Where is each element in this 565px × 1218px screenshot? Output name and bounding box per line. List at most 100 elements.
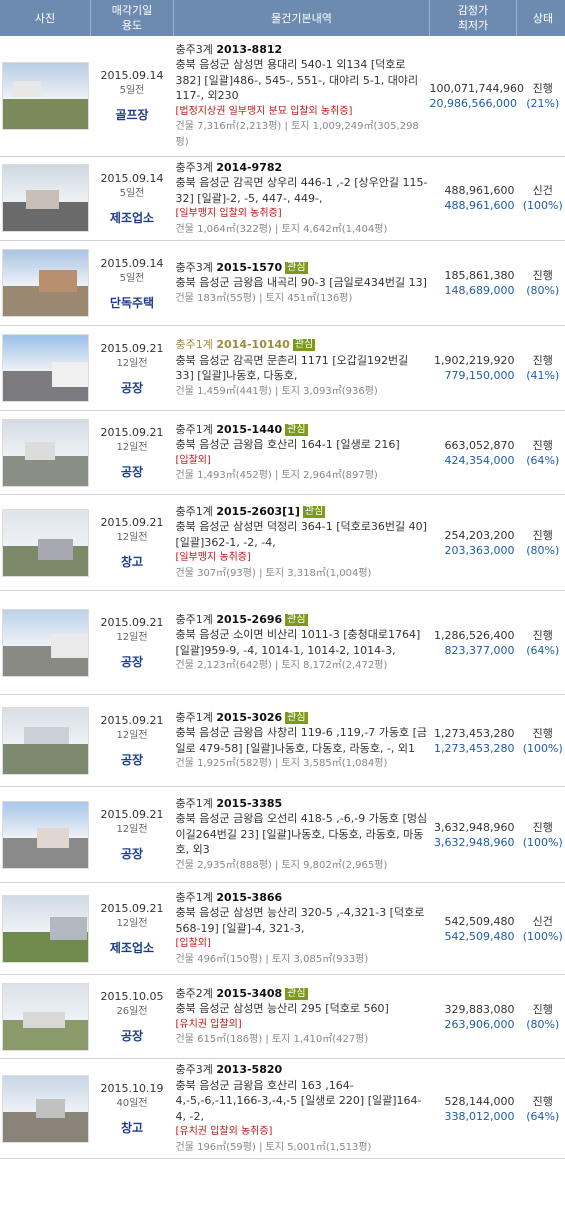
- table-row[interactable]: 2015.10.19 40일전 창고 충주3계 2013-5820 충북 음성군 금왕읍…: [0, 1058, 565, 1159]
- photo-cell[interactable]: [0, 36, 91, 157]
- status-cell: 진행 (64%): [516, 410, 565, 495]
- property-photo[interactable]: [1, 1074, 89, 1143]
- case-number-link[interactable]: 2015-3026: [216, 711, 282, 724]
- desc-cell[interactable]: 충주1계 2014-10140 관심 충북 음성군 감곡면 문촌리 1171 [오갑…: [173, 325, 430, 411]
- case-line[interactable]: 충주1계 2015-2603[1] 관심: [176, 504, 430, 520]
- interest-badge[interactable]: 관심: [302, 505, 326, 518]
- case-line[interactable]: 충주1계 2015-1440 관심: [176, 422, 430, 438]
- case-number-link[interactable]: 2015-2603[1]: [216, 505, 300, 518]
- case-number-link[interactable]: 2013-8812: [216, 43, 282, 56]
- case-number-link[interactable]: 2015-3385: [216, 797, 282, 810]
- appraisal-price: 185,861,380: [444, 269, 515, 282]
- case-line[interactable]: 충주1계 2015-2696 관심: [176, 612, 430, 628]
- property-photo[interactable]: [1, 334, 89, 402]
- table-row[interactable]: 2015.09.21 12일전 공장 충주1계 2015-2696 관심 충북 음성군 소…: [0, 590, 565, 695]
- case-line[interactable]: 충주1계 2014-10140 관심: [176, 337, 430, 353]
- property-photo[interactable]: [1, 800, 89, 869]
- photo-cell[interactable]: [0, 590, 91, 695]
- photo-cell[interactable]: [0, 882, 91, 975]
- photo-cell[interactable]: [0, 1058, 91, 1159]
- property-photo[interactable]: [1, 164, 89, 233]
- case-line[interactable]: 충주1계 2015-3866: [176, 890, 430, 906]
- photo-cell[interactable]: [0, 240, 91, 326]
- property-photo[interactable]: [1, 608, 89, 677]
- desc-cell[interactable]: 충주1계 2015-2696 관심 충북 음성군 소이면 비산리 1011-3 [충…: [173, 590, 430, 695]
- case-line[interactable]: 충주2계 2015-3408 관심: [176, 986, 430, 1002]
- desc-cell[interactable]: 충주3계 2014-9782 충북 음성군 감곡면 상우리 446-1 ,-2 […: [173, 156, 430, 241]
- property-photo[interactable]: [1, 982, 89, 1051]
- court-name: 충주1계: [175, 504, 213, 518]
- days-left: 12일전: [116, 824, 148, 835]
- status-cell: 진행 (80%): [516, 974, 565, 1059]
- photo-building: [25, 190, 59, 210]
- price-cell: 528,144,000 338,012,000: [429, 1058, 517, 1159]
- case-number-link[interactable]: 2015-3408: [216, 987, 282, 1000]
- desc-cell[interactable]: 충주1계 2015-3026 관심 충북 음성군 금왕읍 사창리 119-6 ,11…: [173, 694, 430, 787]
- photo-cell[interactable]: [0, 410, 91, 495]
- property-photo[interactable]: [1, 706, 89, 775]
- property-photo[interactable]: [1, 249, 89, 317]
- special-conditions: [입찰외]: [175, 454, 211, 466]
- case-number-link[interactable]: 2014-10140: [216, 338, 289, 351]
- area-info: 건물 307㎡(93평) | 토지 3,318㎡(1,004평): [175, 567, 372, 579]
- interest-badge[interactable]: 관심: [292, 339, 316, 351]
- minimum-price: 263,906,000: [444, 1017, 515, 1031]
- case-number-link[interactable]: 2015-1570: [216, 261, 282, 274]
- case-line[interactable]: 충주3계 2014-9782: [176, 160, 430, 176]
- usage-label: 단독주택: [109, 295, 155, 310]
- case-line[interactable]: 충주3계 2013-5820: [176, 1062, 430, 1078]
- desc-cell[interactable]: 충주3계 2013-5820 충북 음성군 금왕읍 호산리 163 ,164-4,…: [173, 1058, 430, 1159]
- desc-cell[interactable]: 충주1계 2015-3866 충북 음성군 삼성면 능산리 320-5 ,-4,3…: [173, 882, 430, 975]
- photo-cell[interactable]: [0, 786, 91, 883]
- sale-date: 2015.09.21: [100, 902, 164, 915]
- photo-cell[interactable]: [0, 974, 91, 1059]
- property-photo[interactable]: [1, 508, 89, 577]
- desc-cell[interactable]: 충주3계 2015-1570 관심 충북 음성군 금왕읍 내곡리 90-3 [금일로…: [173, 240, 430, 326]
- case-number-link[interactable]: 2015-2696: [216, 613, 282, 626]
- table-row[interactable]: 2015.09.21 12일전 공장 충주1계 2015-3026 관심 충북 음성군 금…: [0, 694, 565, 787]
- price-cell: 1,273,453,280 1,273,453,280: [429, 694, 517, 787]
- desc-cell[interactable]: 충주2계 2015-3408 관심 충북 음성군 삼성면 능산리 295 [덕호로 …: [173, 974, 430, 1059]
- address: 충북 음성군 금왕읍 내곡리 90-3 [금일로434번길 13]: [175, 276, 427, 290]
- photo-cell[interactable]: [0, 494, 91, 591]
- interest-badge[interactable]: 관심: [285, 423, 308, 436]
- status-percent: (100%): [522, 929, 563, 943]
- interest-badge[interactable]: 관심: [285, 987, 308, 1000]
- table-row[interactable]: 2015.09.14 5일전 제조업소 충주3계 2014-9782 충북 음성군 감곡…: [0, 156, 565, 241]
- table-row[interactable]: 2015.09.21 12일전 공장 충주1계 2014-10140 관심 충북 음성군 …: [0, 325, 565, 411]
- interest-badge[interactable]: 관심: [285, 261, 308, 274]
- desc-cell[interactable]: 충주3계 2013-8812 충북 음성군 삼성면 용대리 540-1 외134 …: [173, 36, 430, 157]
- case-line[interactable]: 충주1계 2015-3026 관심: [176, 710, 430, 726]
- case-number-link[interactable]: 2015-3866: [216, 891, 282, 904]
- status-percent: (41%): [526, 369, 560, 382]
- photo-cell[interactable]: [0, 694, 91, 787]
- table-row[interactable]: 2015.09.21 12일전 공장 충주1계 2015-1440 관심 충북 음성군 금…: [0, 410, 565, 495]
- photo-building: [38, 270, 77, 292]
- table-row[interactable]: 2015.10.05 26일전 공장 충주2계 2015-3408 관심 충북 음성군 삼…: [0, 974, 565, 1059]
- case-line[interactable]: 충주3계 2013-8812: [176, 42, 430, 58]
- status-label: 진행: [532, 354, 553, 367]
- table-row[interactable]: 2015.09.14 5일전 단독주택 충주3계 2015-1570 관심 충북 음성군 …: [0, 240, 565, 326]
- table-header: 사진 매각기일 용도 물건기본내역 감정가 최저가 상태: [0, 0, 565, 36]
- property-photo[interactable]: [1, 894, 89, 963]
- photo-cell[interactable]: [0, 156, 91, 241]
- table-row[interactable]: 2015.09.21 12일전 제조업소 충주1계 2015-3866 충북 음성군 삼…: [0, 882, 565, 975]
- case-number-link[interactable]: 2013-5820: [216, 1063, 282, 1076]
- case-line[interactable]: 충주3계 2015-1570 관심: [176, 260, 430, 276]
- interest-badge[interactable]: 관심: [285, 711, 308, 724]
- desc-cell[interactable]: 충주1계 2015-1440 관심 충북 음성군 금왕읍 호산리 164-1 [일생…: [173, 410, 430, 495]
- special-conditions: [유치권 입찰외]: [175, 1018, 242, 1030]
- property-photo[interactable]: [1, 418, 89, 487]
- table-row[interactable]: 2015.09.21 12일전 공장 충주1계 2015-3385 충북 음성군 금왕읍…: [0, 786, 565, 883]
- property-photo[interactable]: [1, 61, 89, 130]
- table-row[interactable]: 2015.09.14 5일전 골프장 충주3계 2013-8812 충북 음성군 삼성면…: [0, 36, 565, 157]
- case-number-link[interactable]: 2015-1440: [216, 423, 282, 436]
- desc-cell[interactable]: 충주1계 2015-2603[1] 관심 충북 음성군 삼성면 덕정리 364-1 …: [173, 494, 430, 591]
- interest-badge[interactable]: 관심: [285, 613, 308, 626]
- case-line[interactable]: 충주1계 2015-3385: [176, 796, 430, 812]
- photo-cell[interactable]: [0, 325, 91, 411]
- desc-cell[interactable]: 충주1계 2015-3385 충북 음성군 금왕읍 오선리 418-5 ,-6,-…: [173, 786, 430, 883]
- case-number-link[interactable]: 2014-9782: [216, 161, 282, 174]
- table-row[interactable]: 2015.09.21 12일전 창고 충주1계 2015-2603[1] 관심 충북 음성…: [0, 494, 565, 591]
- address: 충북 음성군 삼성면 능산리 320-5 ,-4,321-3 [덕호로 568-…: [175, 906, 425, 935]
